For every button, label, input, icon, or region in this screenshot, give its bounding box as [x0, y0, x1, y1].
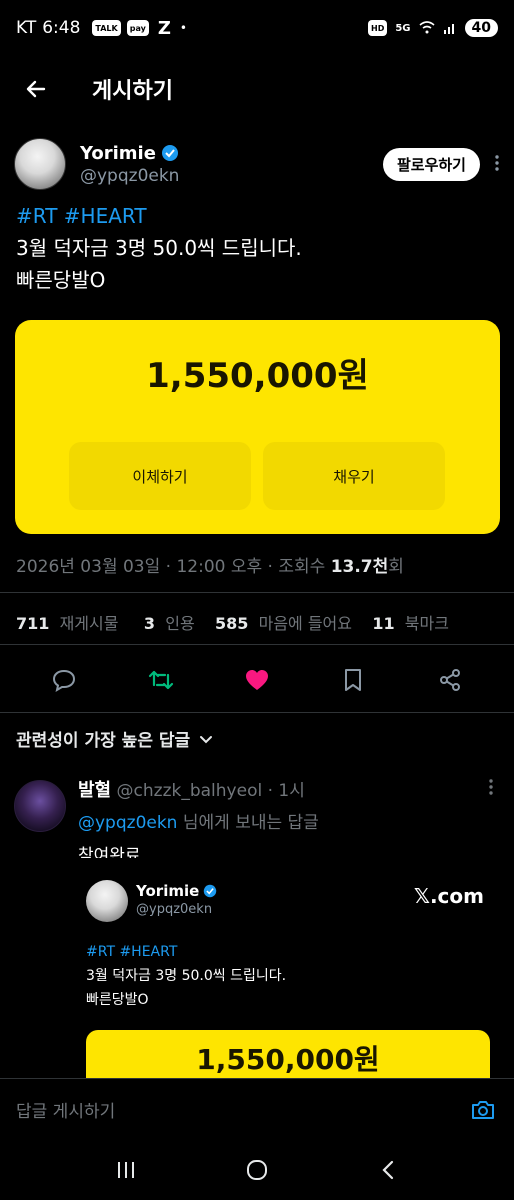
page-title: 게시하기 [92, 79, 173, 104]
post-date: 2026년 03월 03일 · 12:00 오후 · 조회수 [16, 557, 331, 577]
carrier-label: KT [16, 18, 37, 38]
post-line-2: 빠른당발O [16, 268, 106, 292]
embed-avatar [86, 880, 128, 922]
back-arrow-icon[interactable] [20, 73, 52, 105]
embed-author-handle: @ypqz0ekn [136, 902, 213, 917]
post-stats: 711 재게시물 3 인용 585 마음에 들어요 11 북마크 [16, 610, 506, 634]
reply-more-icon[interactable] [488, 778, 494, 801]
reply-author-name[interactable]: 발혈 [78, 780, 111, 801]
post-author: Yorimie @ypqz0ekn 팔로우하기 [14, 134, 500, 194]
reply-avatar[interactable] [14, 780, 66, 832]
card-transfer-button: 이체하기 [69, 442, 251, 510]
repost-icon[interactable] [141, 660, 181, 700]
wifi-off-icon [418, 21, 435, 34]
z-icon: Z [157, 17, 171, 39]
embed-line-1: 3월 덕자금 3명 50.0씩 드립니다. [86, 968, 287, 984]
hd-icon: HD [368, 20, 388, 36]
share-icon[interactable] [430, 660, 470, 700]
reply-to-label: 님에게 보내는 답글 [177, 813, 319, 833]
network-icon: 5G [395, 22, 411, 34]
back-nav-icon[interactable] [368, 1150, 408, 1190]
card-charge-button: 채우기 [263, 442, 445, 510]
post-hashtags[interactable]: #RT #HEART [16, 200, 496, 232]
battery-indicator: 40 [464, 19, 498, 37]
x-com-logo: 𝕏.com [413, 884, 484, 908]
home-icon[interactable] [237, 1150, 277, 1190]
system-nav-bar [0, 1140, 514, 1200]
post-meta: 2026년 03월 03일 · 12:00 오후 · 조회수 13.7천회 [16, 552, 506, 577]
follow-button[interactable]: 팔로우하기 [382, 147, 480, 181]
post-views-suffix: 회 [388, 557, 404, 577]
reposts-stat[interactable]: 711 재게시물 [16, 614, 118, 633]
divider [0, 592, 514, 593]
post-line-1: 3월 덕자금 3명 50.0씩 드립니다. [16, 236, 302, 260]
reply-author-handle[interactable]: @chzzk_balhyeol [117, 781, 263, 801]
embed-card-amount: 1,550,000원 [196, 1043, 380, 1076]
talk-icon: TALK [92, 20, 121, 36]
verified-badge-icon [161, 145, 178, 161]
reply-image[interactable]: Yorimie @ypqz0ekn 𝕏.com #RT #HEART 3월 덕자… [78, 858, 500, 1078]
top-bar: 게시하기 [0, 56, 514, 122]
author-handle[interactable]: @ypqz0ekn [80, 166, 179, 186]
embed-line-2: 빠른당발O [86, 992, 149, 1008]
post-views[interactable]: 13.7천 [331, 557, 389, 577]
likes-stat[interactable]: 585 마음에 들어요 [215, 614, 352, 633]
reply-sort-label: 관련성이 가장 높은 답글 [16, 731, 191, 751]
camera-icon[interactable] [468, 1095, 498, 1125]
status-bar: KT 6:48 TALK pay Z • HD 5G 40 [0, 0, 514, 56]
reply-sort-dropdown[interactable]: 관련성이 가장 높은 답글 [16, 726, 214, 751]
pay-icon: pay [126, 20, 149, 36]
status-time: 6:48 [42, 18, 81, 38]
embed-text: #RT #HEART 3월 덕자금 3명 50.0씩 드립니다. 빠른당발O [86, 940, 286, 1012]
reply-icon[interactable] [44, 660, 84, 700]
embed-card: 1,550,000원 [86, 1030, 490, 1078]
verified-badge-icon [204, 884, 217, 898]
divider [0, 712, 514, 713]
embed-author-name: Yorimie [136, 882, 200, 900]
card-amount: 1,550,000원 [146, 356, 369, 396]
reply-mention[interactable]: @ypqz0ekn [78, 813, 177, 833]
quotes-stat[interactable]: 3 인용 [144, 614, 195, 633]
like-heart-icon[interactable] [237, 660, 277, 700]
embed-hashtags: #RT #HEART [86, 944, 178, 960]
recent-apps-icon[interactable] [106, 1150, 146, 1190]
author-avatar[interactable] [14, 138, 66, 190]
post-text: #RT #HEART 3월 덕자금 3명 50.0씩 드립니다. 빠른당발O [16, 200, 496, 296]
signal-icon [443, 24, 454, 34]
post-image-card[interactable]: 1,550,000원 이체하기 채우기 [15, 320, 500, 534]
post-actions [0, 656, 514, 704]
reply-composer[interactable]: 답글 게시하기 [0, 1078, 514, 1140]
author-name[interactable]: Yorimie [80, 143, 156, 164]
reply-input-placeholder[interactable]: 답글 게시하기 [16, 1097, 115, 1122]
reply-time: · 1시 [262, 781, 305, 801]
divider [0, 644, 514, 645]
notification-dot: • [179, 21, 187, 35]
chevron-down-icon [200, 735, 213, 743]
more-options-icon[interactable] [494, 154, 500, 175]
bookmark-icon[interactable] [333, 660, 373, 700]
bookmarks-stat[interactable]: 11 북마크 [372, 614, 449, 633]
